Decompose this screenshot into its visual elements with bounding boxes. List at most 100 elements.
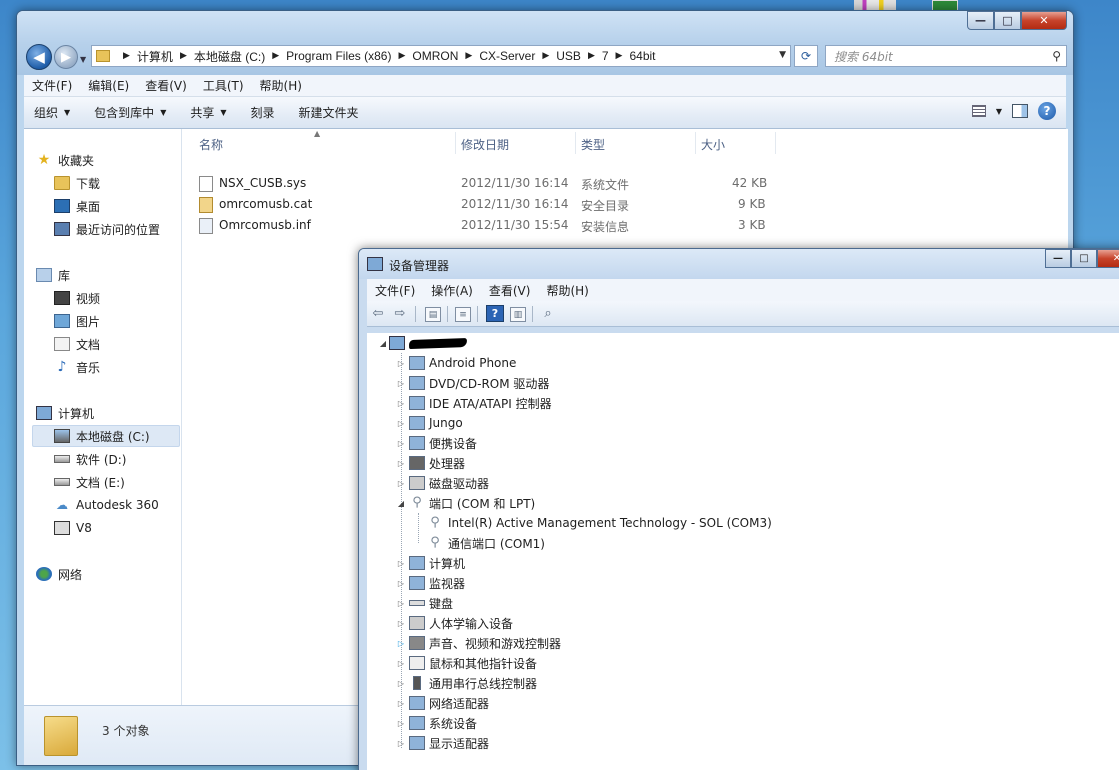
maximize-button[interactable]: □ — [1071, 249, 1097, 268]
breadcrumb-64bit[interactable]: 64bit — [629, 49, 655, 63]
nav-documents[interactable]: 文档 — [54, 334, 100, 354]
search-icon[interactable]: ⚲ — [1052, 49, 1061, 63]
nav-pictures[interactable]: 图片 — [54, 311, 100, 331]
nav-autodesk-360[interactable]: ☁ Autodesk 360 — [54, 495, 159, 515]
address-dropdown-icon[interactable]: ▼ — [779, 50, 786, 60]
expand-icon[interactable]: ▷ — [397, 379, 405, 388]
menu-edit[interactable]: 编辑(E) — [80, 77, 137, 94]
expand-icon[interactable]: ▷ — [397, 419, 405, 428]
new-folder-button[interactable]: 新建文件夹 — [289, 104, 373, 121]
forward-button[interactable]: ▶ — [54, 45, 78, 69]
nav-downloads[interactable]: 下载 — [54, 173, 100, 193]
expand-icon[interactable]: ▷ — [397, 359, 405, 368]
breadcrumb-7[interactable]: 7 — [602, 49, 609, 63]
breadcrumb-omron[interactable]: OMRON — [412, 49, 458, 63]
breadcrumb-program-files[interactable]: Program Files (x86) — [286, 49, 391, 63]
menu-help[interactable]: 帮助(H) — [538, 282, 596, 299]
expand-icon[interactable]: ▷ — [397, 399, 405, 408]
action-pane-icon[interactable]: ▥ — [510, 307, 526, 322]
chevron-right-icon[interactable]: ▶ — [616, 51, 623, 61]
nav-drive-c[interactable]: 本地磁盘 (C:) — [54, 426, 150, 446]
nav-favorites[interactable]: ★ 收藏夹 — [36, 150, 94, 170]
chevron-right-icon[interactable]: ▶ — [180, 51, 187, 61]
nav-v8[interactable]: V8 — [54, 518, 92, 538]
file-row[interactable]: NSX_CUSB.sys 2012/11/30 16:14 系统文件 42 KB — [199, 173, 779, 193]
breadcrumb-computer[interactable]: 计算机 — [137, 48, 173, 65]
expand-icon[interactable]: ▷ — [397, 659, 405, 668]
expand-icon[interactable]: ▷ — [397, 619, 405, 628]
column-divider[interactable] — [695, 132, 696, 154]
file-row[interactable]: Omrcomusb.inf 2012/11/30 15:54 安装信息 3 KB — [199, 215, 779, 235]
nav-desktop[interactable]: 桌面 — [54, 196, 100, 216]
preview-pane-icon[interactable] — [1012, 104, 1028, 118]
nav-videos[interactable]: 视频 — [54, 288, 100, 308]
column-header-type[interactable]: 类型 — [581, 134, 605, 154]
expand-icon[interactable]: ▷ — [397, 739, 405, 748]
properties-icon[interactable]: ≡ — [455, 307, 471, 322]
column-header-date[interactable]: 修改日期 — [461, 134, 509, 154]
menu-file[interactable]: 文件(F) — [367, 282, 423, 299]
menu-action[interactable]: 操作(A) — [423, 282, 481, 299]
nav-drive-e[interactable]: 文档 (E:) — [54, 472, 125, 492]
refresh-button[interactable]: ⟳ — [794, 45, 818, 67]
expand-icon[interactable]: ▷ — [397, 699, 405, 708]
expand-icon[interactable]: ▷ — [397, 479, 405, 488]
column-divider[interactable] — [575, 132, 576, 154]
expand-icon[interactable]: ▷ — [397, 679, 405, 688]
nav-libraries[interactable]: 库 — [36, 265, 70, 285]
minimize-button[interactable]: — — [967, 11, 994, 30]
recent-pages-dropdown[interactable]: ▼ — [80, 55, 86, 64]
menu-tools[interactable]: 工具(T) — [195, 77, 252, 94]
breadcrumb-cx-server[interactable]: CX-Server — [479, 49, 535, 63]
chevron-down-icon[interactable]: ▼ — [996, 107, 1002, 116]
burn-button[interactable]: 刻录 — [241, 104, 289, 121]
chevron-right-icon[interactable]: ▶ — [588, 51, 595, 61]
column-header-name[interactable]: 名称 — [199, 134, 223, 154]
close-button[interactable]: ✕ — [1097, 249, 1119, 268]
expand-icon[interactable]: ▷ — [397, 599, 405, 608]
expand-icon[interactable]: ▷ — [397, 639, 405, 648]
expand-open-icon[interactable]: ◢ — [397, 499, 405, 508]
column-divider[interactable] — [775, 132, 776, 154]
expand-icon[interactable]: ▷ — [397, 559, 405, 568]
column-divider[interactable] — [455, 132, 456, 154]
expand-icon[interactable]: ▷ — [397, 439, 405, 448]
menu-view[interactable]: 查看(V) — [137, 77, 195, 94]
organize-button[interactable]: 组织 ▼ — [24, 104, 84, 121]
file-row[interactable]: omrcomusb.cat 2012/11/30 16:14 安全目录 9 KB — [199, 194, 779, 214]
show-hide-console-tree-icon[interactable]: ▤ — [425, 307, 441, 322]
nav-drive-d[interactable]: 软件 (D:) — [54, 449, 126, 469]
back-button[interactable]: ◀ — [26, 44, 52, 70]
expand-icon[interactable]: ▷ — [397, 459, 405, 468]
breadcrumb-usb[interactable]: USB — [556, 49, 581, 63]
nav-recent-places[interactable]: 最近访问的位置 — [54, 219, 160, 239]
chevron-right-icon[interactable]: ▶ — [465, 51, 472, 61]
expand-icon[interactable]: ▷ — [397, 719, 405, 728]
chevron-right-icon[interactable]: ▶ — [123, 51, 130, 61]
back-icon[interactable]: ⇦ — [369, 305, 387, 322]
device-manager-titlebar[interactable]: 设备管理器 — □ ✕ — [359, 249, 1119, 279]
help-icon[interactable]: ? — [1038, 102, 1056, 120]
chevron-right-icon[interactable]: ▶ — [272, 51, 279, 61]
include-in-library-button[interactable]: 包含到库中 ▼ — [84, 104, 180, 121]
column-header-size[interactable]: 大小 — [701, 134, 725, 154]
menu-help[interactable]: 帮助(H) — [252, 77, 310, 94]
nav-network[interactable]: 网络 — [36, 564, 82, 584]
expand-open-icon[interactable]: ◢ — [379, 339, 387, 348]
nav-music[interactable]: ♪ 音乐 — [54, 357, 100, 377]
chevron-right-icon[interactable]: ▶ — [542, 51, 549, 61]
menu-view[interactable]: 查看(V) — [481, 282, 539, 299]
minimize-button[interactable]: — — [1045, 249, 1071, 268]
scan-hardware-icon[interactable]: ⌕ — [539, 305, 557, 322]
forward-icon[interactable]: ⇨ — [391, 305, 409, 322]
expand-icon[interactable]: ▷ — [397, 579, 405, 588]
chevron-right-icon[interactable]: ▶ — [398, 51, 405, 61]
menu-file[interactable]: 文件(F) — [24, 77, 80, 94]
breadcrumb-local-disk[interactable]: 本地磁盘 (C:) — [194, 48, 265, 65]
close-button[interactable]: ✕ — [1021, 11, 1067, 30]
share-button[interactable]: 共享 ▼ — [180, 104, 240, 121]
address-bar[interactable]: ▶ 计算机 ▶ 本地磁盘 (C:) ▶ Program Files (x86) … — [91, 45, 791, 67]
search-input[interactable]: 搜索 64bit ⚲ — [825, 45, 1067, 67]
view-options-icon[interactable] — [971, 105, 986, 117]
nav-computer[interactable]: 计算机 — [36, 403, 94, 423]
